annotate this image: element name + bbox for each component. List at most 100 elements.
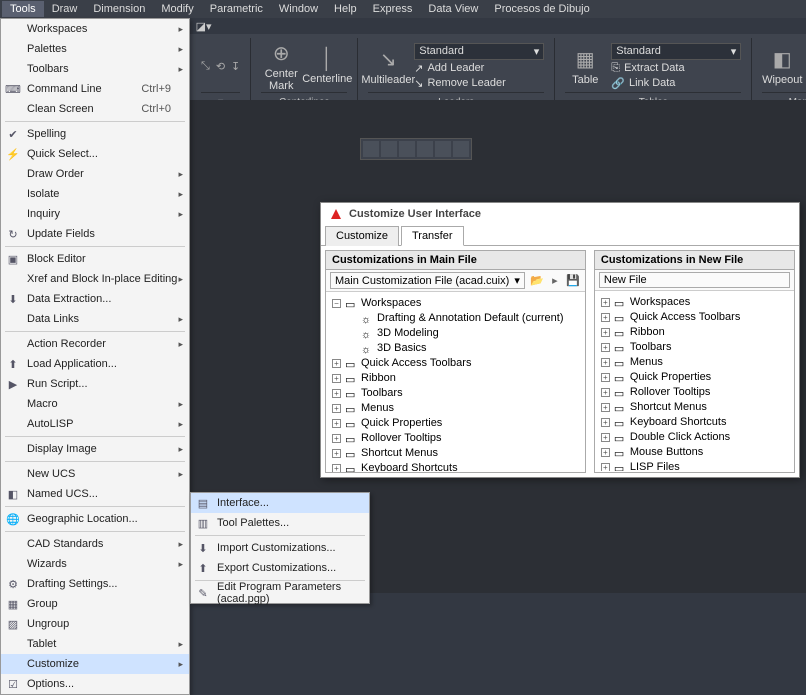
menu-item-ungroup[interactable]: ▨Ungroup bbox=[1, 614, 189, 634]
tree-node[interactable]: + ▭ Keyboard Shortcuts bbox=[332, 461, 579, 472]
open-icon[interactable]: 📂 bbox=[529, 273, 545, 289]
tree-node[interactable]: + ▭ Workspaces bbox=[601, 295, 788, 310]
expander-icon[interactable]: + bbox=[601, 328, 610, 337]
expander-icon[interactable]: + bbox=[601, 373, 610, 382]
remove-leader-button[interactable]: ↘Remove Leader bbox=[414, 77, 544, 90]
centerline-button[interactable]: │ Centerline bbox=[307, 48, 347, 85]
tree-node[interactable]: + ▭ Shortcut Menus bbox=[332, 446, 579, 461]
expander-icon[interactable]: − bbox=[332, 299, 341, 308]
menu-window[interactable]: Window bbox=[271, 1, 326, 17]
menu-item-data-links[interactable]: Data Links▸ bbox=[1, 309, 189, 329]
menu-item-action-recorder[interactable]: Action Recorder▸ bbox=[1, 334, 189, 354]
tree-node[interactable]: + ▭ Rollover Tooltips bbox=[601, 385, 788, 400]
menu-dimension[interactable]: Dimension bbox=[85, 1, 153, 17]
expander-icon[interactable]: + bbox=[601, 343, 610, 352]
menu-item-macro[interactable]: Macro▸ bbox=[1, 394, 189, 414]
tree-node[interactable]: + ▭ Quick Access Toolbars bbox=[332, 356, 579, 371]
tree-node[interactable]: − ▭ Workspaces bbox=[332, 296, 579, 311]
menu-item-isolate[interactable]: Isolate▸ bbox=[1, 184, 189, 204]
main-file-selector[interactable]: Main Customization File (acad.cuix)▾ bbox=[330, 272, 525, 289]
float-btn-6[interactable] bbox=[453, 141, 469, 157]
tree-node[interactable]: ☼ Drafting & Annotation Default (current… bbox=[332, 311, 579, 326]
extract-data-button[interactable]: ⎘Extract Data bbox=[611, 62, 741, 75]
menu-item-export-customizations[interactable]: ⬆Export Customizations... bbox=[191, 558, 369, 578]
menu-parametric[interactable]: Parametric bbox=[202, 1, 271, 17]
menu-item-group[interactable]: ▦Group bbox=[1, 594, 189, 614]
table-style-dropdown[interactable]: Standard▾ bbox=[611, 43, 741, 60]
menu-express[interactable]: Express bbox=[365, 1, 421, 17]
new-file-selector[interactable]: New File bbox=[599, 272, 790, 288]
expander-icon[interactable]: + bbox=[332, 464, 341, 472]
menu-item-autolisp[interactable]: AutoLISP▸ bbox=[1, 414, 189, 434]
menu-item-interface[interactable]: ▤Interface... bbox=[191, 493, 369, 513]
expander-icon[interactable]: + bbox=[601, 298, 610, 307]
wipeout-button[interactable]: ◧ Wipeout bbox=[762, 47, 802, 86]
tree-node[interactable]: + ▭ Mouse Buttons bbox=[601, 445, 788, 460]
menu-item-quick-select[interactable]: ⚡Quick Select... bbox=[1, 144, 189, 164]
tree-node[interactable]: + ▭ Ribbon bbox=[332, 371, 579, 386]
expander-icon[interactable]: + bbox=[601, 463, 610, 471]
expander-icon[interactable]: + bbox=[601, 388, 610, 397]
menu-item-clean-screen[interactable]: Clean ScreenCtrl+0 bbox=[1, 99, 189, 119]
tree-node[interactable]: + ▭ Ribbon bbox=[601, 325, 788, 340]
multileader-button[interactable]: ↘ Multileader bbox=[368, 47, 408, 86]
menu-item-palettes[interactable]: Palettes▸ bbox=[1, 39, 189, 59]
menu-item-tablet[interactable]: Tablet▸ bbox=[1, 634, 189, 654]
dim-icon-3[interactable]: ↧ bbox=[231, 60, 240, 73]
tree-node[interactable]: + ▭ Double Click Actions bbox=[601, 430, 788, 445]
expander-icon[interactable]: + bbox=[601, 448, 610, 457]
dim-icon[interactable]: ⤡ bbox=[201, 60, 210, 73]
float-btn-3[interactable] bbox=[399, 141, 415, 157]
tree-node[interactable]: ☼ 3D Basics bbox=[332, 341, 579, 356]
save-icon[interactable]: 💾 bbox=[565, 273, 581, 289]
leader-style-dropdown[interactable]: Standard▾ bbox=[414, 43, 544, 60]
menu-help[interactable]: Help bbox=[326, 1, 365, 17]
menu-item-new-ucs[interactable]: New UCS▸ bbox=[1, 464, 189, 484]
menu-item-draw-order[interactable]: Draw Order▸ bbox=[1, 164, 189, 184]
menu-item-named-ucs[interactable]: ◧Named UCS... bbox=[1, 484, 189, 504]
menu-item-options[interactable]: ☑Options... bbox=[1, 674, 189, 694]
tree-node[interactable]: + ▭ LISP Files bbox=[601, 460, 788, 471]
menu-item-xref-and-block-in-place-editing[interactable]: Xref and Block In-place Editing▸ bbox=[1, 269, 189, 289]
float-btn-2[interactable] bbox=[381, 141, 397, 157]
menu-item-data-extraction[interactable]: ⬇Data Extraction... bbox=[1, 289, 189, 309]
expander-icon[interactable]: + bbox=[332, 389, 341, 398]
link-data-button[interactable]: 🔗Link Data bbox=[611, 77, 741, 90]
menu-item-workspaces[interactable]: Workspaces▸ bbox=[1, 19, 189, 39]
expander-icon[interactable]: + bbox=[332, 374, 341, 383]
tree-node[interactable]: + ▭ Keyboard Shortcuts bbox=[601, 415, 788, 430]
menu-item-customize[interactable]: Customize▸ bbox=[1, 654, 189, 674]
menu-item-display-image[interactable]: Display Image▸ bbox=[1, 439, 189, 459]
menu-item-command-line[interactable]: ⌨Command LineCtrl+9 bbox=[1, 79, 189, 99]
menu-data-view[interactable]: Data View bbox=[420, 1, 486, 17]
cui-titlebar[interactable]: Customize User Interface bbox=[321, 203, 799, 225]
menu-item-import-customizations[interactable]: ⬇Import Customizations... bbox=[191, 538, 369, 558]
menu-item-cad-standards[interactable]: CAD Standards▸ bbox=[1, 534, 189, 554]
tree-node[interactable]: + ▭ Quick Properties bbox=[332, 416, 579, 431]
table-button[interactable]: ▦ Table bbox=[565, 47, 605, 86]
menu-item-inquiry[interactable]: Inquiry▸ bbox=[1, 204, 189, 224]
menu-tools[interactable]: Tools bbox=[2, 1, 44, 17]
menu-draw[interactable]: Draw bbox=[44, 1, 86, 17]
dim-icon-2[interactable]: ⟲ bbox=[216, 60, 225, 73]
tree-node[interactable]: + ▭ Quick Properties bbox=[601, 370, 788, 385]
tree-node[interactable]: + ▭ Menus bbox=[601, 355, 788, 370]
tree-node[interactable]: + ▭ Toolbars bbox=[601, 340, 788, 355]
tree-node[interactable]: + ▭ Shortcut Menus bbox=[601, 400, 788, 415]
float-btn-5[interactable] bbox=[435, 141, 451, 157]
menu-item-run-script[interactable]: ▶Run Script... bbox=[1, 374, 189, 394]
new-icon[interactable]: ▸ bbox=[547, 273, 563, 289]
menu-item-update-fields[interactable]: ↻Update Fields bbox=[1, 224, 189, 244]
expander-icon[interactable]: + bbox=[601, 418, 610, 427]
tab-item[interactable]: ◪▾ bbox=[196, 20, 212, 33]
expander-icon[interactable]: + bbox=[601, 403, 610, 412]
tab-transfer[interactable]: Transfer bbox=[401, 226, 464, 246]
tree-node[interactable]: + ▭ Quick Access Toolbars bbox=[601, 310, 788, 325]
expander-icon[interactable]: + bbox=[601, 358, 610, 367]
cui-left-tree[interactable]: − ▭ Workspaces ☼ Drafting & Annotation D… bbox=[326, 292, 585, 472]
cui-right-tree[interactable]: + ▭ Workspaces + ▭ Quick Access Toolbars… bbox=[595, 291, 794, 471]
expander-icon[interactable]: + bbox=[332, 419, 341, 428]
expander-icon[interactable]: + bbox=[332, 449, 341, 458]
tab-customize[interactable]: Customize bbox=[325, 226, 399, 246]
expander-icon[interactable]: + bbox=[332, 434, 341, 443]
